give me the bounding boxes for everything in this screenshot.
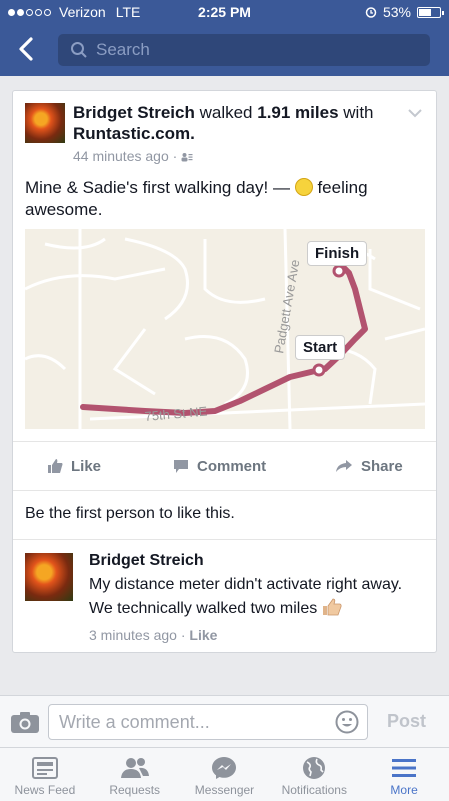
tab-more[interactable]: More: [359, 748, 449, 801]
tab-bar: News Feed Requests Messenger Notificatio…: [0, 747, 449, 801]
top-nav: Search: [0, 24, 449, 76]
post-with: with: [343, 103, 374, 122]
comment-button[interactable]: Comment: [173, 458, 266, 475]
likes-summary: Be the first person to like this.: [25, 505, 235, 522]
messenger-icon: [212, 757, 237, 779]
comment-icon: [174, 459, 188, 473]
tab-label: News Feed: [14, 783, 76, 797]
battery-percent: 53%: [382, 4, 411, 20]
thumbs-up-icon: [322, 598, 342, 616]
battery-icon: [417, 6, 444, 18]
smiley-icon: [294, 178, 313, 196]
status-bar: Verizon LTE 2:25 PM 53%: [0, 0, 449, 24]
post-header: Bridget Streich walked 1.91 miles with R…: [73, 102, 403, 167]
comment-author[interactable]: Bridget Streich: [89, 549, 419, 573]
tab-label: Requests: [109, 783, 161, 797]
post-button[interactable]: Post: [387, 711, 426, 732]
finish-marker: [332, 264, 346, 278]
comment-label: Comment: [197, 457, 267, 475]
comment-avatar[interactable]: [25, 553, 73, 601]
back-icon[interactable]: [12, 34, 42, 64]
thumbs-up-icon: [48, 459, 63, 473]
chevron-down-icon[interactable]: [408, 109, 422, 118]
search-input[interactable]: Search: [58, 34, 430, 66]
start-label: Start: [295, 335, 346, 360]
emoji-icon[interactable]: [335, 710, 359, 734]
post-author[interactable]: Bridget Streich: [73, 103, 195, 122]
post-card: Bridget Streich walked 1.91 miles with R…: [12, 90, 437, 653]
tab-news-feed[interactable]: News Feed: [0, 748, 90, 801]
requests-icon: [120, 758, 149, 778]
globe-icon: [303, 757, 326, 779]
start-marker: [312, 363, 326, 377]
post-message: Mine & Sadie's first walking day! —: [25, 178, 290, 197]
tab-label: More: [390, 783, 418, 797]
divider: [13, 539, 436, 540]
comment-text: My distance meter didn't activate right …: [89, 576, 403, 617]
share-label: Share: [361, 457, 403, 475]
like-label: Like: [71, 457, 102, 475]
share-icon: [336, 460, 352, 472]
comment-placeholder: Write a comment...: [59, 711, 210, 732]
comment-time: 3 minutes ago: [89, 627, 177, 643]
search-icon: [71, 42, 87, 58]
audience-icon[interactable]: [181, 152, 193, 162]
comment: Bridget Streich My distance meter didn't…: [89, 549, 419, 647]
action-bar: Like Comment Share: [13, 441, 436, 491]
comment-like-link[interactable]: Like: [189, 627, 217, 643]
post-app-link[interactable]: Runtastic.com.: [73, 124, 195, 143]
like-button[interactable]: Like: [47, 458, 101, 475]
tab-messenger[interactable]: Messenger: [180, 748, 270, 801]
post-meta: 44 minutes ago ·: [73, 146, 403, 167]
tab-notifications[interactable]: Notifications: [269, 748, 359, 801]
alarm-icon: [365, 7, 377, 18]
post-time[interactable]: 44 minutes ago: [73, 148, 169, 164]
news-feed-icon: [31, 757, 58, 779]
post-verb: walked: [199, 103, 253, 122]
camera-icon[interactable]: [10, 710, 40, 734]
comment-input[interactable]: Write a comment...: [48, 704, 368, 740]
share-button[interactable]: Share: [335, 458, 403, 475]
route-map[interactable]: Padgett Ave Ave 75th St NE Finish Start: [25, 229, 425, 429]
post-distance: 1.91 miles: [257, 103, 339, 122]
tab-label: Messenger: [194, 783, 255, 797]
tab-label: Notifications: [281, 783, 347, 797]
menu-icon: [392, 759, 417, 777]
search-placeholder: Search: [96, 40, 150, 59]
tab-requests[interactable]: Requests: [90, 748, 180, 801]
post-text: Mine & Sadie's first walking day! — feel…: [25, 177, 425, 221]
finish-label: Finish: [307, 241, 368, 266]
avatar[interactable]: [25, 103, 65, 143]
comment-meta: 3 minutes ago · Like: [89, 627, 218, 643]
street-label-2: 75th St NE: [144, 404, 208, 424]
comment-composer: Write a comment... Post: [0, 695, 449, 748]
